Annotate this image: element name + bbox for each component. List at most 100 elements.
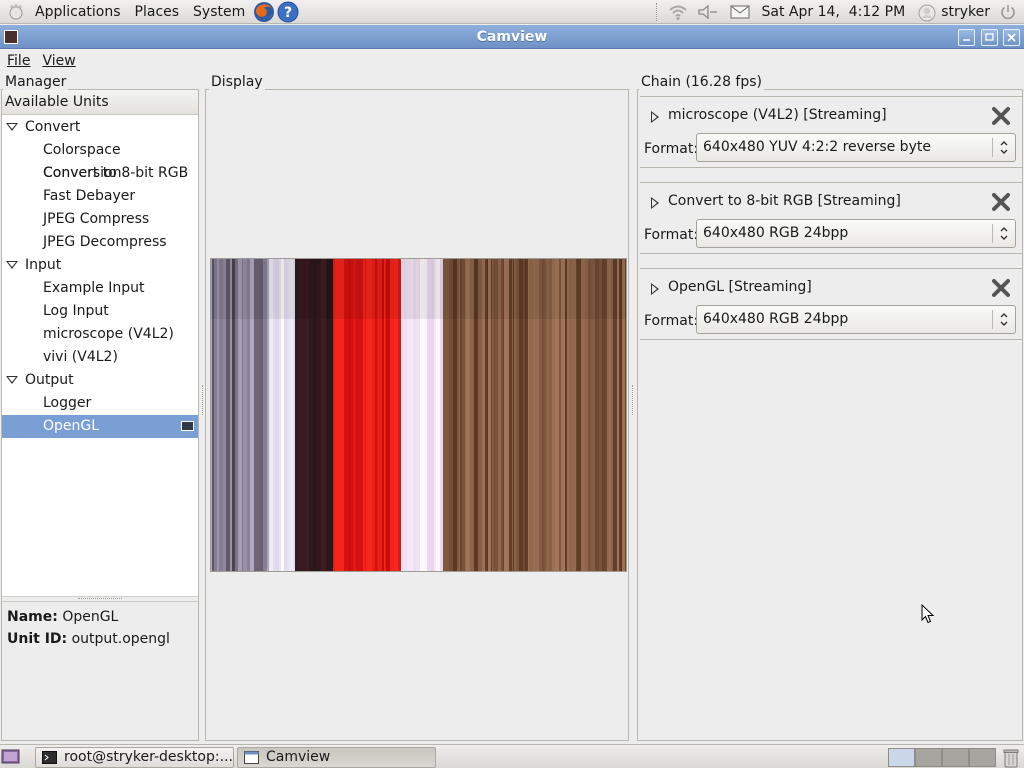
format-select[interactable]: 640x480 YUV 4:2:2 reverse byte bbox=[696, 133, 1016, 162]
tree-item-jpeg-compress[interactable]: JPEG Compress bbox=[2, 208, 198, 231]
bottom-panel: root@stryker-desktop:... Camview bbox=[0, 744, 1024, 768]
svg-text:?: ? bbox=[284, 5, 292, 21]
tree-group-output[interactable]: Output bbox=[2, 369, 198, 392]
expand-arrow-icon[interactable] bbox=[651, 197, 659, 209]
unit-id-value: output.opengl bbox=[71, 631, 170, 647]
display-pane bbox=[205, 89, 629, 741]
gnome-foot-icon[interactable] bbox=[6, 2, 26, 22]
tree-item-log-input[interactable]: Log Input bbox=[2, 300, 198, 323]
window-icon bbox=[244, 751, 259, 764]
unit-name-label: Name: bbox=[7, 609, 58, 625]
manager-pane: Available Units Convert Colorspace Conve… bbox=[1, 89, 199, 741]
system-menu[interactable]: System bbox=[186, 0, 252, 24]
taskbar-item-terminal[interactable]: root@stryker-desktop:... bbox=[35, 747, 234, 768]
applications-menu[interactable]: Applications bbox=[28, 0, 128, 24]
workspace-switcher[interactable] bbox=[888, 748, 996, 767]
workspace-4[interactable] bbox=[969, 748, 996, 767]
top-panel: Applications Places System ? Sat Apr 14,… bbox=[0, 0, 1024, 24]
units-tree: Convert Colorspace Conversion Convert to… bbox=[2, 116, 198, 596]
expand-arrow-icon[interactable] bbox=[651, 111, 659, 123]
format-label: Format: bbox=[644, 141, 699, 157]
tree-item-opengl[interactable]: OpenGL bbox=[2, 415, 198, 438]
right-pane-handle[interactable] bbox=[632, 385, 636, 415]
places-menu[interactable]: Places bbox=[128, 0, 187, 24]
wifi-icon[interactable] bbox=[666, 0, 690, 24]
user-name[interactable]: stryker bbox=[941, 4, 990, 20]
unit-id-row: Unit ID: output.opengl bbox=[7, 628, 193, 650]
output-window-icon bbox=[181, 421, 194, 431]
file-menu[interactable]: File bbox=[0, 53, 35, 69]
tree-group-input[interactable]: Input bbox=[2, 254, 198, 277]
trash-icon[interactable] bbox=[1001, 747, 1021, 768]
workspace-1[interactable] bbox=[888, 748, 915, 767]
tree-item-label: microscope (V4L2) bbox=[43, 326, 174, 342]
remove-unit-button[interactable] bbox=[990, 191, 1012, 213]
help-icon[interactable]: ? bbox=[276, 0, 300, 24]
format-select-value: 640x480 RGB 24bpp bbox=[703, 225, 849, 241]
firefox-icon[interactable] bbox=[252, 0, 276, 24]
unit-name-row: Name: OpenGL bbox=[7, 606, 193, 628]
unit-id-label: Unit ID: bbox=[7, 631, 68, 647]
tree-item-logger[interactable]: Logger bbox=[2, 392, 198, 415]
mouse-cursor-icon bbox=[921, 604, 934, 624]
select-separator bbox=[992, 310, 993, 329]
format-select[interactable]: 640x480 RGB 24bpp bbox=[696, 219, 1016, 248]
splitter-grip-icon bbox=[78, 598, 122, 600]
minimize-button[interactable] bbox=[958, 29, 975, 46]
taskbar-item-camview[interactable]: Camview bbox=[237, 747, 436, 768]
collapse-arrow-icon[interactable] bbox=[6, 261, 18, 269]
tree-item-vivi-v4l2[interactable]: vivi (V4L2) bbox=[2, 346, 198, 369]
tree-group-label: Output bbox=[25, 372, 74, 388]
mail-icon[interactable] bbox=[728, 0, 752, 24]
tree-item-jpeg-decompress[interactable]: JPEG Decompress bbox=[2, 231, 198, 254]
workspace-3[interactable] bbox=[942, 748, 969, 767]
chain-unit-microscope: microscope (V4L2) [Streaming] Format: 64… bbox=[640, 96, 1022, 168]
window-titlebar[interactable]: Camview bbox=[0, 25, 1024, 49]
tree-item-label: OpenGL bbox=[43, 418, 100, 434]
clock[interactable]: Sat Apr 14, 4:12 PM bbox=[762, 4, 906, 20]
collapse-arrow-icon[interactable] bbox=[6, 123, 18, 131]
chain-unit-title: microscope (V4L2) [Streaming] bbox=[668, 107, 887, 123]
updown-arrows-icon bbox=[1000, 141, 1008, 154]
chain-unit-title: Convert to 8-bit RGB [Streaming] bbox=[668, 193, 901, 209]
tree-item-label: Example Input bbox=[43, 280, 145, 296]
chain-pane: microscope (V4L2) [Streaming] Format: 64… bbox=[637, 89, 1023, 741]
video-top-band bbox=[211, 259, 626, 319]
power-icon[interactable] bbox=[996, 0, 1020, 24]
tree-item-label: JPEG Compress bbox=[43, 211, 150, 227]
select-separator bbox=[992, 224, 993, 243]
taskbar-item-label: Camview bbox=[266, 749, 331, 765]
tree-group-convert[interactable]: Convert bbox=[2, 116, 198, 139]
close-window-button[interactable] bbox=[1003, 29, 1020, 46]
available-units-header[interactable]: Available Units bbox=[2, 90, 198, 115]
collapse-arrow-icon[interactable] bbox=[6, 376, 18, 384]
tree-item-label: vivi (V4L2) bbox=[43, 349, 118, 365]
expand-arrow-icon[interactable] bbox=[651, 283, 659, 295]
format-select-value: 640x480 RGB 24bpp bbox=[703, 311, 849, 327]
view-menu[interactable]: View bbox=[35, 53, 80, 69]
file-menu-label: File bbox=[7, 53, 31, 69]
format-select-value: 640x480 YUV 4:2:2 reverse byte bbox=[703, 139, 931, 155]
remove-unit-button[interactable] bbox=[990, 105, 1012, 127]
tree-item-example-input[interactable]: Example Input bbox=[2, 277, 198, 300]
select-separator bbox=[992, 138, 993, 157]
tree-item-microscope-v4l2[interactable]: microscope (V4L2) bbox=[2, 323, 198, 346]
show-desktop-icon[interactable] bbox=[1, 748, 21, 766]
display-frame-label: Display bbox=[209, 74, 265, 90]
format-select[interactable]: 640x480 RGB 24bpp bbox=[696, 305, 1016, 334]
remove-unit-button[interactable] bbox=[990, 277, 1012, 299]
tree-item-fast-debayer[interactable]: Fast Debayer bbox=[2, 185, 198, 208]
tree-item-colorspace-conversion[interactable]: Colorspace Conversion bbox=[2, 139, 198, 181]
tree-item-convert-to-8bit-rgb[interactable]: Convert to 8-bit RGB bbox=[2, 162, 198, 185]
chain-frame-label: Chain (16.28 fps) bbox=[639, 74, 765, 90]
user-icon bbox=[915, 0, 939, 24]
tree-item-label: Log Input bbox=[43, 303, 109, 319]
tray-separator bbox=[655, 3, 658, 21]
workspace-2[interactable] bbox=[915, 748, 942, 767]
video-stripe bbox=[626, 259, 627, 572]
unit-info-panel: Name: OpenGL Unit ID: output.opengl bbox=[2, 602, 198, 740]
volume-muted-icon[interactable] bbox=[696, 0, 720, 24]
chain-unit-opengl: OpenGL [Streaming] Format: 640x480 RGB 2… bbox=[640, 268, 1022, 340]
menubar: File View bbox=[0, 50, 1024, 72]
maximize-button[interactable] bbox=[981, 29, 998, 46]
